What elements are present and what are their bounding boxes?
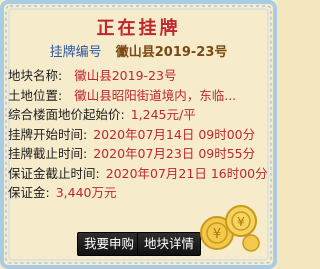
detail-row-listing-end: 挂牌截止时间: 2020年07月23日 09时55分 <box>8 144 270 164</box>
gold-coins-icon: ¥ ¥ <box>200 205 260 252</box>
listing-code-value: 黴山县2019-23号 <box>115 45 228 60</box>
detail-value: 2020年07月21日 16时00分 <box>105 165 268 181</box>
detail-value: 2020年07月23日 09时55分 <box>93 146 256 161</box>
detail-label: 土地位置: <box>8 87 63 103</box>
listing-details: 地块名称: 黴山县2019-23号 土地位置: 黴山县昭阳街道境内，东临... 综合… <box>8 66 270 203</box>
svg-text:¥: ¥ <box>237 215 245 229</box>
detail-label: 综合楼面地价起始价: <box>8 107 125 122</box>
detail-row-deposit-deadline: 保证金截止时间: 2020年07月21日 16时00分 <box>8 164 270 184</box>
detail-row-start-price: 综合楼面地价起始价: 1,245元/平 <box>8 105 270 125</box>
listing-code-line: 挂牌编号 黴山县2019-23号 <box>0 41 277 60</box>
detail-label: 保证金截止时间: <box>8 165 100 181</box>
detail-label: 挂牌开始时间: <box>8 126 88 142</box>
detail-value: 1,245元/平 <box>130 107 196 122</box>
detail-value: 3,440万元 <box>55 185 117 200</box>
detail-value: 黴山县昭阳街道境内，东临... <box>74 87 237 103</box>
detail-row-land-name: 地块名称: 黴山县2019-23号 <box>8 66 270 86</box>
listing-status-title: 正在挂牌 <box>96 18 181 39</box>
listing-code-label: 挂牌编号 <box>49 45 102 60</box>
detail-label: 挂牌截止时间: <box>8 146 88 161</box>
detail-label: 地块名称: <box>8 68 63 83</box>
detail-value: 黴山县2019-23号 <box>74 68 177 83</box>
detail-label: 保证金: <box>8 185 50 200</box>
apply-button[interactable]: 我要申购 <box>77 232 141 256</box>
svg-text:¥: ¥ <box>213 227 221 242</box>
detail-row-listing-start: 挂牌开始时间: 2020年07月14日 09时00分 <box>8 125 270 145</box>
land-details-button[interactable]: 地块详情 <box>137 232 201 256</box>
detail-value: 2020年07月14日 09时00分 <box>93 126 256 142</box>
detail-row-land-location: 土地位置: 黴山县昭阳街道境内，东临... <box>8 86 270 106</box>
listing-card: 正在挂牌 挂牌编号 黴山县2019-23号 地块名称: 黴山县2019-23号 土… <box>0 0 277 269</box>
